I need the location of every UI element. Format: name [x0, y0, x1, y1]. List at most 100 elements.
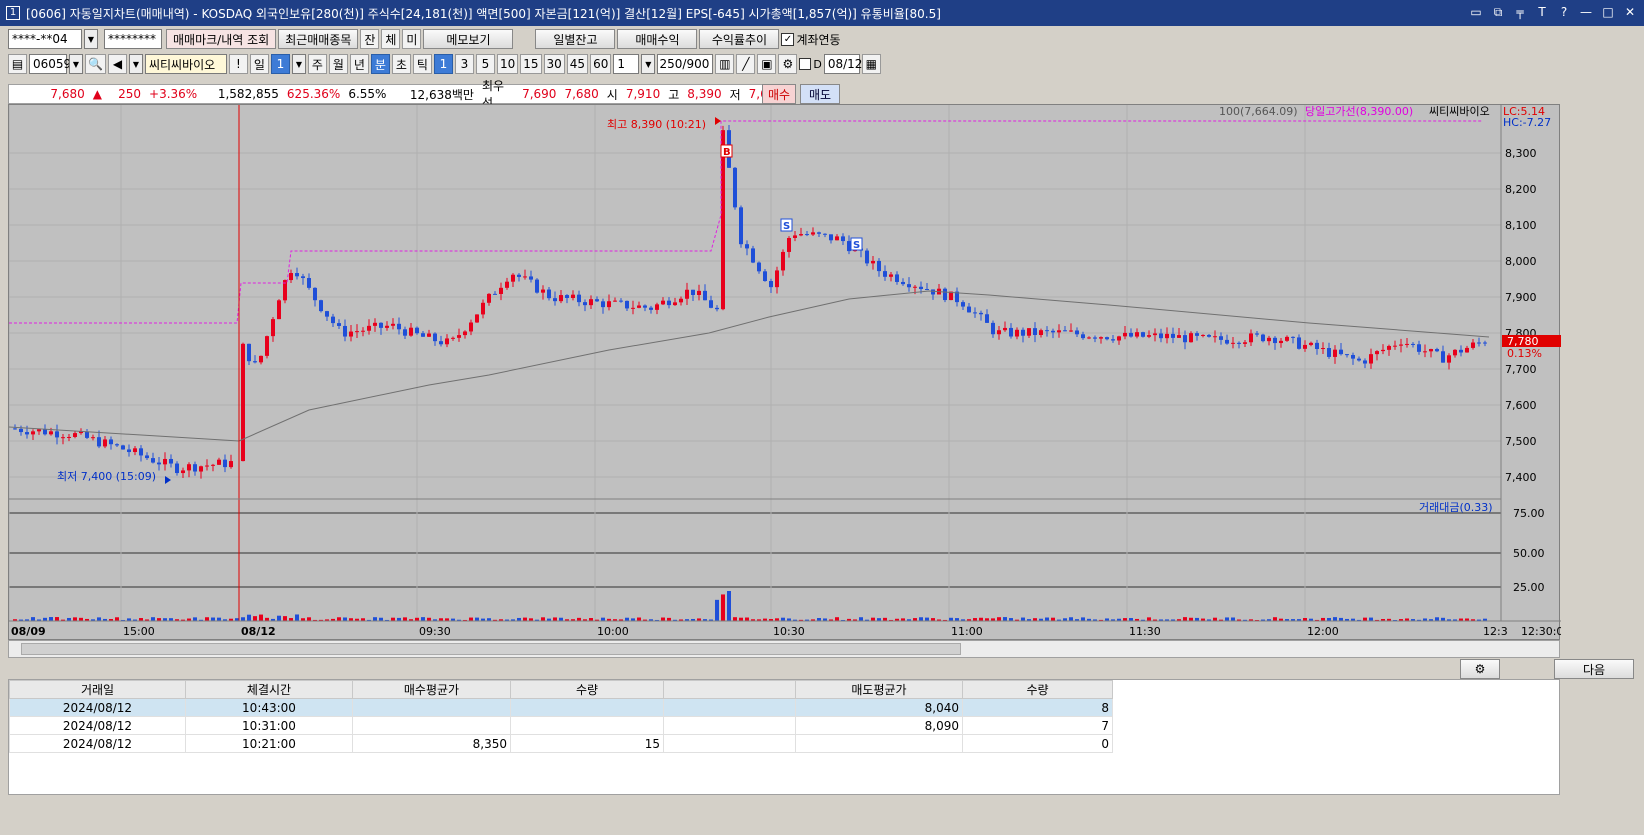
interval-10[interactable]: 10: [496, 54, 519, 74]
horizontal-scrollbar[interactable]: [8, 640, 1560, 658]
profit-trend-button[interactable]: 수익률추이: [699, 29, 780, 49]
interval-5[interactable]: 5: [475, 54, 495, 74]
table-settings-icon[interactable]: ⚙: [1460, 659, 1500, 679]
candle-body: [907, 284, 911, 288]
interval-3[interactable]: 3: [454, 54, 474, 74]
search-icon[interactable]: 🔍: [85, 54, 106, 74]
candle-body: [1225, 339, 1229, 344]
candle-body: [325, 311, 329, 317]
tab-executed[interactable]: 체: [381, 29, 401, 49]
date-checkbox[interactable]: [799, 58, 812, 70]
date-input[interactable]: 08/12: [823, 54, 862, 74]
period-day[interactable]: 일: [249, 54, 269, 74]
period-tick[interactable]: 틱: [412, 54, 432, 74]
best-bid: 7,680: [564, 87, 599, 101]
volume-bar: [727, 591, 731, 621]
interval-dropdown-icon[interactable]: ▼: [641, 54, 656, 74]
tab-balance[interactable]: 잔: [360, 29, 380, 49]
candle-body: [1177, 335, 1181, 338]
candle-body: [553, 298, 557, 302]
candle-body: [1381, 349, 1385, 352]
tab-pending[interactable]: 미: [402, 29, 422, 49]
restore-icon[interactable]: ⧉: [1490, 4, 1506, 20]
minimize-icon[interactable]: —: [1578, 4, 1594, 20]
stock-code-input[interactable]: 060590: [29, 54, 79, 74]
chart-area[interactable]: 8,300 8,200 8,100 8,000 7,900 7,800 7,700 7,600…: [8, 104, 1570, 641]
interval-60[interactable]: 60: [590, 54, 612, 74]
interval-45[interactable]: 45: [566, 54, 589, 74]
period-day-count[interactable]: 1: [270, 54, 290, 74]
table-row[interactable]: 2024/08/12 10:31:00 8,090 7: [9, 716, 1113, 735]
close-icon[interactable]: ✕: [1622, 4, 1638, 20]
candle-body: [1291, 336, 1295, 338]
bar-count-input[interactable]: 250/900: [657, 54, 714, 74]
candle-body: [193, 464, 197, 472]
interval-count-input[interactable]: 1: [613, 54, 640, 74]
calendar-icon[interactable]: ▦: [861, 54, 881, 74]
window-title: [0606] 자동일지차트(매매내역) - KOSDAQ 외국인보유[280(천…: [26, 6, 941, 21]
period-week[interactable]: 주: [307, 54, 327, 74]
day-dropdown-icon[interactable]: ▼: [291, 54, 306, 74]
candle-body: [847, 241, 851, 252]
account-dropdown-icon[interactable]: ▼: [84, 29, 98, 49]
code-dropdown-icon[interactable]: ▼: [69, 54, 83, 74]
sound-dropdown-icon[interactable]: ▼: [128, 54, 143, 74]
sound-icon[interactable]: ◀: [107, 54, 127, 74]
account-input[interactable]: ****-**04: [8, 29, 82, 49]
candle-body: [631, 307, 635, 309]
draw-tool-icon[interactable]: ╱: [736, 54, 756, 74]
candle-body: [169, 458, 173, 464]
table-row[interactable]: 2024/08/12 10:43:00 8,040 8: [9, 698, 1113, 717]
candle-body: [1213, 336, 1217, 338]
help-icon[interactable]: ?: [1556, 4, 1572, 20]
candle-body: [289, 273, 293, 281]
period-year[interactable]: 년: [349, 54, 369, 74]
time-tick-label: 08/09: [11, 625, 46, 638]
password-input[interactable]: ********: [104, 29, 162, 49]
candle-body: [823, 233, 827, 235]
settings-panel-icon[interactable]: ▤: [8, 54, 27, 74]
daily-balance-button[interactable]: 일별잔고: [535, 29, 616, 49]
candle-body: [805, 234, 809, 236]
candle-body: [1423, 351, 1427, 353]
table-row[interactable]: 2024/08/12 10:21:00 8,350 15 0: [9, 734, 1113, 753]
candle-body: [961, 302, 965, 307]
memo-button[interactable]: 메모보기: [423, 29, 514, 49]
buy-button[interactable]: 매수: [762, 84, 796, 104]
candle-body: [979, 312, 983, 315]
next-button[interactable]: 다음: [1554, 659, 1634, 679]
trade-profit-button[interactable]: 매매수익: [617, 29, 698, 49]
candle-body: [1453, 349, 1457, 356]
interval-1[interactable]: 1: [433, 54, 453, 74]
candle-body: [1015, 329, 1019, 337]
volume-bar: [241, 617, 245, 621]
sell-button[interactable]: 매도: [800, 84, 840, 104]
layout-icon[interactable]: ▭: [1468, 4, 1484, 20]
scroll-thumb[interactable]: [21, 643, 961, 655]
link-checkbox[interactable]: ✓: [781, 32, 795, 46]
candle-body: [919, 286, 923, 290]
maximize-icon[interactable]: □: [1600, 4, 1616, 20]
table-cell: 10:31:00: [185, 716, 353, 735]
interval-15[interactable]: 15: [520, 54, 542, 74]
alert-icon[interactable]: !: [228, 54, 248, 74]
candle-body: [529, 276, 533, 280]
pin-icon[interactable]: ╤: [1512, 4, 1528, 20]
candle-body: [307, 278, 311, 288]
candlestick-chart[interactable]: 8,3008,2008,1008,0007,9007,8007,7007,600…: [8, 104, 1570, 641]
candle-body: [175, 463, 179, 474]
period-second[interactable]: 초: [391, 54, 411, 74]
period-month[interactable]: 월: [328, 54, 348, 74]
chart-type-icon[interactable]: ▥: [715, 54, 735, 74]
candle-body: [61, 437, 65, 439]
save-icon[interactable]: ▣: [757, 54, 777, 74]
candle-body: [451, 337, 455, 339]
recent-trade-button[interactable]: 최근매매종목: [278, 29, 359, 49]
font-icon[interactable]: T: [1534, 4, 1550, 20]
volume-bar: [283, 616, 287, 621]
interval-30[interactable]: 30: [543, 54, 565, 74]
mark-query-button[interactable]: 매매마크/내역 조회: [166, 29, 277, 49]
period-minute[interactable]: 분: [370, 54, 390, 74]
candle-body: [679, 298, 683, 303]
gear-icon[interactable]: ⚙: [778, 54, 798, 74]
